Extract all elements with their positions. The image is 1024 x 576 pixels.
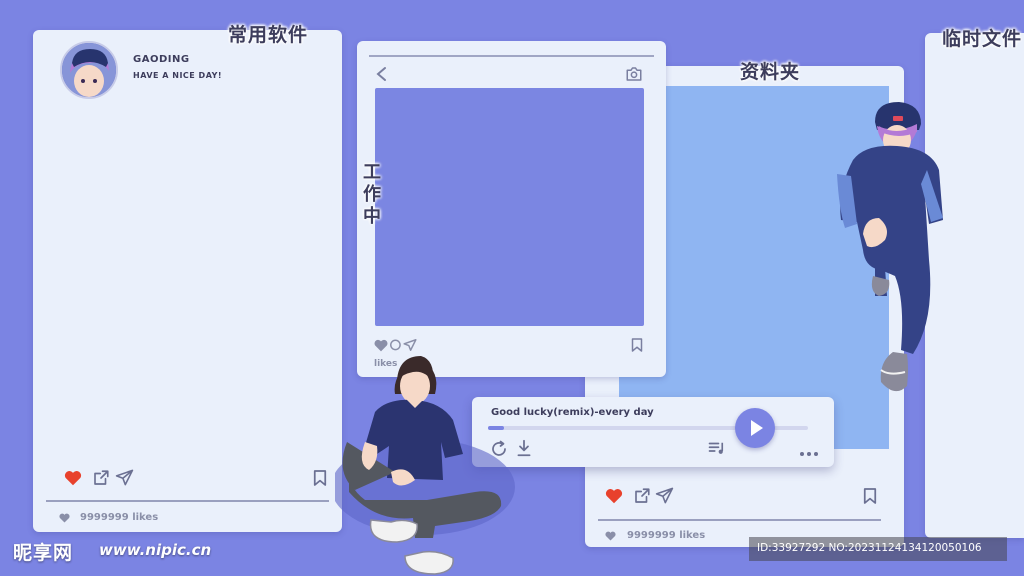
avatar[interactable]	[60, 41, 118, 99]
camera-icon[interactable]	[625, 66, 643, 82]
bookmark-icon[interactable]	[631, 337, 643, 353]
image-id-text: ID:33927292 NO:20231124134120050106	[757, 542, 982, 554]
photo-area	[375, 88, 644, 326]
sitting-boy-illustration	[335, 342, 515, 576]
play-button[interactable]	[735, 408, 775, 448]
song-title: Good lucky(remix)-every day	[491, 407, 654, 418]
image-id-bar: ID:33927292 NO:20231124134120050106	[749, 537, 1007, 561]
divider	[598, 519, 881, 521]
working-label: 工 作 中	[362, 162, 382, 228]
download-icon[interactable]	[516, 439, 532, 457]
play-icon	[751, 420, 763, 436]
music-player: Good lucky(remix)-every day	[472, 397, 834, 467]
more-icon[interactable]	[799, 451, 819, 457]
site-logo-text: 昵享网	[13, 542, 74, 564]
heart-icon	[605, 531, 616, 541]
likes-count: 9999999 likes	[80, 512, 159, 523]
playlist-icon[interactable]	[708, 440, 726, 456]
divider	[46, 500, 329, 502]
heart-icon[interactable]	[605, 488, 623, 504]
bookmark-icon[interactable]	[863, 487, 877, 505]
bookmark-icon[interactable]	[313, 469, 327, 487]
crouching-boy-illustration	[835, 100, 945, 398]
site-url[interactable]: www.nipic.cn	[99, 541, 211, 559]
panel-title-folder: 资料夹	[740, 61, 801, 83]
heart-icon[interactable]	[64, 470, 82, 486]
left-profile-panel: GAODING HAVE A NICE DAY! 9999999 likes	[33, 30, 342, 532]
site-logo: 昵享网	[13, 538, 73, 565]
middle-photo-panel: likes	[357, 41, 666, 377]
likes-count: 9999999 likes	[627, 530, 706, 541]
back-icon[interactable]	[375, 66, 387, 82]
top-divider	[369, 55, 654, 57]
username: GAODING	[133, 54, 190, 65]
panel-title-common-software: 常用软件	[228, 24, 309, 46]
send-icon[interactable]	[115, 468, 134, 487]
panel-title-temp-files: 临时文件	[942, 28, 1023, 50]
working-label-text: 工 作 中	[363, 162, 381, 227]
status-text: HAVE A NICE DAY!	[133, 71, 223, 80]
share-icon[interactable]	[92, 469, 110, 487]
send-icon[interactable]	[655, 486, 674, 505]
heart-icon	[59, 513, 70, 523]
share-icon[interactable]	[633, 487, 651, 505]
